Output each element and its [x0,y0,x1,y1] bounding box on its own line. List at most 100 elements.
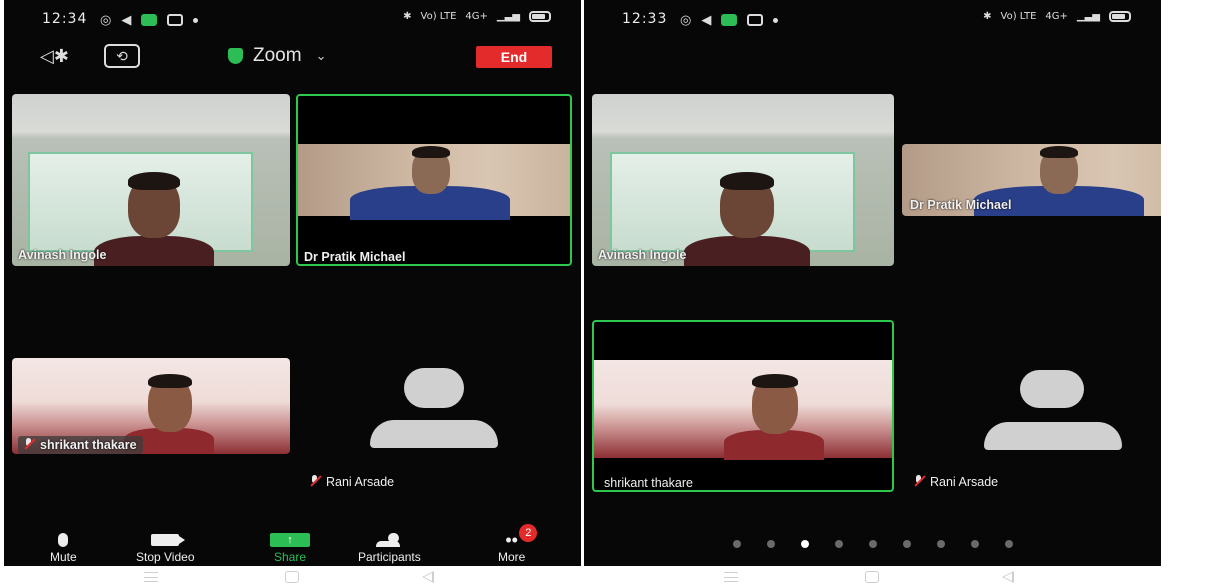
participant-name-label: shrikant thakare [604,476,693,490]
participant-name-label: Avinash Ingole [598,248,687,262]
participant-name-label: Dr Pratik Michael [304,250,406,264]
stop-video-label: Stop Video [136,550,195,564]
video-tile-rani[interactable]: Rani Arsade [902,358,1161,498]
video-tile-rani[interactable]: Rani Arsade [296,358,572,498]
participant-name-label: Avinash Ingole [18,248,107,262]
participant-figure [94,170,214,266]
meet-icon [141,14,158,26]
mute-button[interactable]: Mute [50,532,77,564]
status-time: 12:34 [42,11,88,27]
zoom-meeting-screen: 12:33 ◎ ◀ ✱ Vo) LTE 4G+ ▁▃▅ Avinash Ingo… [584,0,1161,566]
participant-name-label: Rani Arsade [914,475,998,489]
video-feed [298,144,570,220]
more-dots-icon: •• 2 [505,524,538,549]
volte-label: Vo) LTE [420,11,457,22]
video-camera-icon [151,534,186,546]
status-time: 12:33 [622,11,668,27]
home-icon[interactable] [865,571,879,583]
participants-button[interactable]: Participants [358,532,421,564]
phone-screenshot-right: 12:33 ◎ ◀ ✱ Vo) LTE 4G+ ▁▃▅ Avinash Ingo… [584,0,1161,588]
participant-figure [684,170,810,266]
calendar-icon [167,14,184,26]
page-dot[interactable] [868,540,877,548]
more-button[interactable]: •• 2 More [498,524,538,564]
share-label: Share [273,550,307,564]
signal-4g-label: 4G+ [465,11,488,22]
phone-screenshot-left: 12:34 ◎ ◀ ✱ Vo) LTE 4G+ ▁▃▅ ◁✱ ⟲ Zoom ⌄ … [4,0,581,588]
video-tile-pratik[interactable]: Dr Pratik Michael [902,144,1161,216]
android-nav-bar [584,566,1161,588]
meet-icon [721,14,738,26]
page-dot[interactable] [970,540,979,548]
page-dot[interactable] [902,540,911,548]
status-right-icons: ✱ Vo) LTE 4G+ ▁▃▅ [403,11,551,22]
participant-name-label: Dr Pratik Michael [910,198,1012,212]
more-notifications-dot [193,17,199,23]
end-meeting-button[interactable]: End [476,46,552,68]
video-feed [594,360,892,460]
video-tile-shrikant[interactable]: shrikant thakare [592,320,894,492]
participants-label: Participants [358,550,421,564]
signal-bars-icon: ▁▃▅ [1076,11,1100,22]
avatar-placeholder [370,368,500,452]
participant-figure [350,146,510,220]
notification-icons: ◎ ◀ [680,12,779,28]
meeting-title-label: Zoom [253,45,302,66]
page-dot[interactable] [1004,540,1013,548]
participant-name-label: shrikant thakare [18,436,143,454]
switch-camera-icon[interactable]: ⟲ [104,44,140,68]
status-bar: 12:34 ◎ ◀ ✱ Vo) LTE 4G+ ▁▃▅ [4,6,581,32]
calendar-icon [747,14,764,26]
video-tile-pratik[interactable]: Dr Pratik Michael [296,94,572,266]
whatsapp-icon: ◎ [100,12,112,27]
participant-figure [724,374,824,460]
page-dot[interactable] [936,540,945,548]
stop-video-button[interactable]: Stop Video [136,532,195,564]
meeting-title[interactable]: Zoom ⌄ [228,45,326,67]
speaker-bluetooth-icon[interactable]: ◁✱ [40,46,72,68]
encryption-shield-icon [228,48,243,64]
whatsapp-icon: ◎ [680,12,692,27]
video-tile-avinash[interactable]: Avinash Ingole [12,94,290,266]
chevron-down-icon: ⌄ [315,48,327,63]
video-feed [12,94,290,266]
more-notifications-dot [773,17,779,23]
video-tile-shrikant[interactable]: shrikant thakare [12,358,290,454]
meeting-top-bar: ◁✱ ⟲ Zoom ⌄ End [4,42,581,74]
page-dot[interactable] [766,540,775,548]
mute-label: Mute [50,550,77,564]
status-right-icons: ✱ Vo) LTE 4G+ ▁▃▅ [983,11,1131,22]
bluetooth-icon: ✱ [403,11,412,22]
page-dot[interactable] [800,540,809,548]
back-icon[interactable] [422,571,434,583]
back-icon[interactable] [1002,571,1014,583]
share-arrow-icon: ↑ [270,533,310,547]
zoom-meeting-screen: 12:34 ◎ ◀ ✱ Vo) LTE 4G+ ▁▃▅ ◁✱ ⟲ Zoom ⌄ … [4,0,581,566]
meeting-toolbar: Mute Stop Video ↑ Share Participants •• 2… [4,524,581,566]
video-feed [592,94,894,266]
more-badge: 2 [519,524,538,542]
muted-mic-icon [24,438,34,450]
participants-icon [376,533,402,547]
home-icon[interactable] [285,571,299,583]
share-button[interactable]: ↑ Share [270,532,310,564]
android-nav-bar [4,566,581,588]
telegram-icon: ◀ [121,12,132,27]
menu-icon[interactable] [724,572,738,582]
muted-mic-icon [914,475,924,487]
page-indicator[interactable] [584,540,1161,548]
telegram-icon: ◀ [701,12,712,27]
avatar-placeholder [984,370,1124,454]
battery-icon [1109,11,1131,22]
muted-mic-icon [310,475,320,487]
video-tile-avinash[interactable]: Avinash Ingole [592,94,894,266]
battery-icon [529,11,551,22]
signal-4g-label: 4G+ [1045,11,1068,22]
page-dot[interactable] [732,540,741,548]
participant-name-label: Rani Arsade [310,475,394,489]
status-bar: 12:33 ◎ ◀ ✱ Vo) LTE 4G+ ▁▃▅ [584,6,1161,32]
volte-label: Vo) LTE [1000,11,1037,22]
page-dot[interactable] [834,540,843,548]
bluetooth-icon: ✱ [983,11,992,22]
menu-icon[interactable] [144,572,158,582]
